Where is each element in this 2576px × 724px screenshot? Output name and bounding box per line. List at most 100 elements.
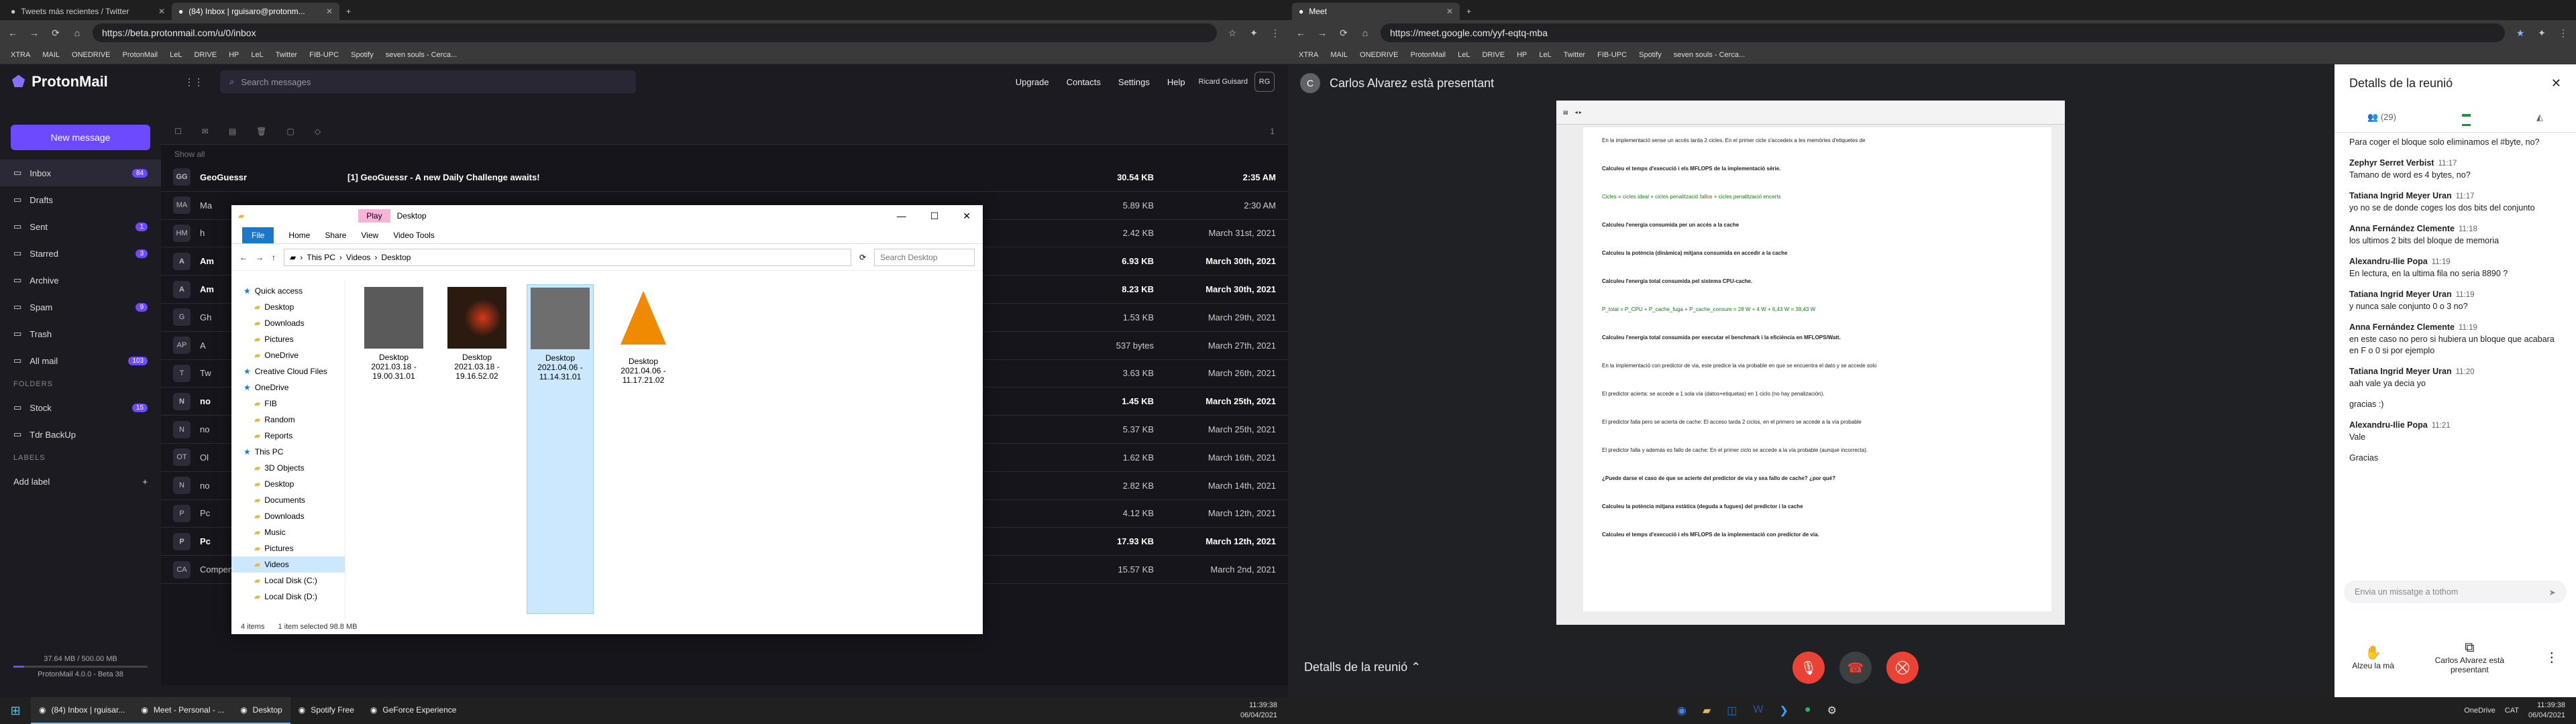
select-all-checkbox[interactable]: ☐ xyxy=(174,127,182,136)
tree-item[interactable]: ▰ Pictures xyxy=(231,331,345,347)
show-all-filter[interactable]: Show all xyxy=(161,145,1288,164)
sidebar-item-all-mail[interactable]: ▭ All mail 103 xyxy=(0,347,161,374)
bookmark-item[interactable]: FIB-UPC xyxy=(1597,51,1627,59)
bookmark-item[interactable]: seven souls - Cerca... xyxy=(1674,51,1745,59)
new-tab-button[interactable]: + xyxy=(339,3,360,20)
tree-item[interactable]: ▰ Reports xyxy=(231,428,345,444)
bookmark-item[interactable]: XTRA xyxy=(11,51,30,59)
taskbar-app[interactable]: ◉ Desktop xyxy=(232,697,290,724)
settings-icon[interactable]: ⚙ xyxy=(1827,704,1837,717)
spotify-icon[interactable]: ● xyxy=(1805,704,1811,717)
sidebar-item-spam[interactable]: ▭ Spam 9 xyxy=(0,294,161,320)
file-item[interactable]: Desktop 2021.04.06 - 11.17.21.02 xyxy=(610,284,677,614)
extensions-icon[interactable]: ✦ xyxy=(2536,27,2548,39)
breadcrumb-item[interactable]: This PC xyxy=(307,253,335,262)
bookmark-item[interactable]: MAIL xyxy=(1330,51,1348,59)
taskbar-app[interactable]: ◉ GeForce Experience xyxy=(362,697,465,724)
user-menu[interactable]: Ricard Guisard RG xyxy=(1199,72,1288,92)
tree-item[interactable]: ▰ Downloads xyxy=(231,508,345,524)
trash-icon[interactable]: 🗑 xyxy=(256,127,266,136)
bookmark-item[interactable]: LeL xyxy=(251,51,263,59)
bookmark-item[interactable]: seven souls - Cerca... xyxy=(386,51,457,59)
tree-item[interactable]: ▰ Documents xyxy=(231,492,345,508)
header-action-2[interactable]: Settings xyxy=(1118,77,1150,87)
sidebar-item-trash[interactable]: ▭ Trash xyxy=(0,320,161,347)
outlook-icon[interactable]: ◫ xyxy=(1727,704,1737,717)
tree-item[interactable]: ★ Quick access xyxy=(231,283,345,299)
bookmark-item[interactable]: LeL xyxy=(170,51,182,59)
bookmark-item[interactable]: LeL xyxy=(1458,51,1470,59)
ribbon-tab[interactable]: Home xyxy=(288,231,310,240)
tab-chat[interactable]: ▬ xyxy=(2461,109,2471,126)
tree-item[interactable]: ▰ Pictures xyxy=(231,540,345,556)
path-bar[interactable]: ▰ › This PC › Videos › Desktop xyxy=(284,248,851,266)
tree-item[interactable]: ★ This PC xyxy=(231,444,345,460)
browser-tab[interactable]: ● Tweets más recientes / Twitter ✕ xyxy=(4,3,172,20)
tree-item[interactable]: ▰ Downloads xyxy=(231,315,345,331)
tab-close-icon[interactable]: ✕ xyxy=(326,7,333,16)
header-action-0[interactable]: Upgrade xyxy=(1016,77,1049,87)
sidebar-item-archive[interactable]: ▭ Archive xyxy=(0,267,161,294)
sidebar-label-item[interactable]: ▭ Stock 15 xyxy=(0,394,161,421)
move-icon[interactable]: ▢ xyxy=(286,127,294,136)
mic-off-button[interactable]: 🎙 xyxy=(1792,652,1825,684)
forward-icon[interactable]: → xyxy=(1316,27,1328,39)
sidebar-item-starred[interactable]: ▭ Starred 3 xyxy=(0,240,161,267)
forward-icon[interactable]: → xyxy=(28,27,40,39)
bookmark-item[interactable]: HP xyxy=(1517,51,1527,59)
bookmark-item[interactable]: DRIVE xyxy=(194,51,217,59)
tree-item[interactable]: ▰ 3D Objects xyxy=(231,460,345,476)
tree-item[interactable]: ▰ Local Disk (C:) xyxy=(231,572,345,589)
back-icon[interactable]: ← xyxy=(7,27,19,39)
add-label-button[interactable]: Add label + xyxy=(0,468,161,495)
leave-call-button[interactable]: ☎ xyxy=(1839,652,1872,684)
vscode-icon[interactable]: ❯ xyxy=(1780,704,1788,717)
home-icon[interactable]: ⌂ xyxy=(71,27,83,39)
header-action-1[interactable]: Contacts xyxy=(1067,77,1101,87)
chat-input[interactable]: Envia un missatge a tothom ➤ xyxy=(2344,581,2567,603)
word-icon[interactable]: W xyxy=(1753,704,1763,717)
tree-item[interactable]: ▰ Random xyxy=(231,412,345,428)
browser-tab[interactable]: ● (84) Inbox | rguisaro@protonm... ✕ xyxy=(172,3,339,20)
page-number[interactable]: 1 xyxy=(1270,127,1275,136)
taskbar-app[interactable]: ◉ (84) Inbox | rguisar... xyxy=(31,697,133,724)
tree-item[interactable]: ▰ Desktop xyxy=(231,476,345,492)
bookmark-item[interactable]: ONEDRIVE xyxy=(72,51,110,59)
archive-icon[interactable]: ▤ xyxy=(229,127,236,136)
ribbon-tab[interactable]: Video Tools xyxy=(393,231,435,240)
minimize-icon[interactable]: — xyxy=(897,210,906,222)
menu-icon[interactable]: ⋮ xyxy=(1269,27,1281,39)
file-item[interactable]: Desktop 2021.03.18 - 19.16.52.02 xyxy=(443,284,511,614)
extensions-icon[interactable]: ✦ xyxy=(1248,27,1260,39)
context-tab-play[interactable]: Play xyxy=(358,209,390,223)
onedrive-tray[interactable]: OneDrive xyxy=(2464,706,2495,716)
windows-start-icon[interactable]: ⊞ xyxy=(0,697,31,724)
sidebar-item-inbox[interactable]: ▭ Inbox 84 xyxy=(0,160,161,186)
chrome-icon[interactable]: ◉ xyxy=(1677,704,1686,717)
close-icon[interactable]: ✕ xyxy=(2551,76,2561,90)
tab-close-icon[interactable]: ✕ xyxy=(158,7,165,16)
tree-item[interactable]: ▰ FIB xyxy=(231,396,345,412)
breadcrumb-item[interactable]: Videos xyxy=(346,253,370,262)
tree-item[interactable]: ▰ Desktop xyxy=(231,299,345,315)
bookmark-item[interactable]: Spotify xyxy=(351,51,374,59)
tab-people[interactable]: 👥 (29) xyxy=(2367,112,2396,123)
bookmark-item[interactable]: MAIL xyxy=(42,51,60,59)
bookmark-item[interactable]: Twitter xyxy=(1564,51,1585,59)
home-icon[interactable]: ⌂ xyxy=(1359,27,1371,39)
tree-item[interactable]: ▰ OneDrive xyxy=(231,347,345,363)
sidebar-item-sent[interactable]: ▭ Sent 1 xyxy=(0,213,161,240)
table-row[interactable]: GG GeoGuessr [1] GeoGuessr - A new Daily C… xyxy=(161,164,1288,192)
star-icon[interactable]: ☆ xyxy=(1226,27,1238,39)
menu-icon[interactable]: ⋮ xyxy=(2557,27,2569,39)
bookmark-item[interactable]: Twitter xyxy=(276,51,297,59)
ribbon-tab[interactable]: View xyxy=(361,231,378,240)
new-tab-button[interactable]: + xyxy=(1460,3,1480,20)
back-icon[interactable]: ← xyxy=(1295,27,1307,39)
reload-icon[interactable]: ⟳ xyxy=(1338,27,1350,39)
bookmark-item[interactable]: ProtonMail xyxy=(1411,51,1446,59)
tree-item[interactable]: ★ OneDrive xyxy=(231,379,345,396)
clock[interactable]: 11:39:38 06/04/2021 xyxy=(1240,701,1288,721)
explorer-search[interactable]: Search Desktop xyxy=(874,248,975,266)
taskbar-app[interactable]: ◉ Meet - Personal - ... xyxy=(133,697,233,724)
